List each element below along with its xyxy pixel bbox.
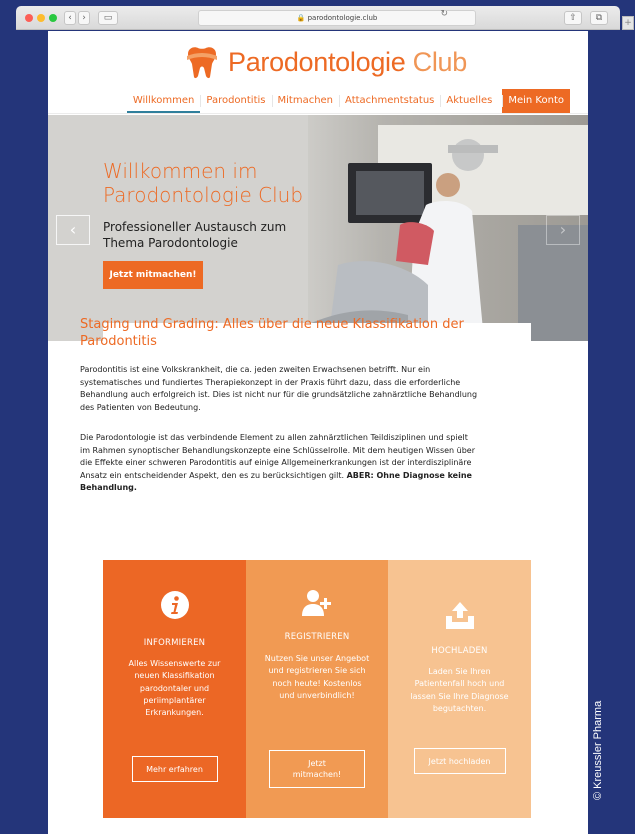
chevron-right-icon: › [559, 220, 567, 239]
article-paragraph-1: Parodontitis ist eine Volkskrankheit, di… [80, 365, 478, 412]
feature-text-hochladen: Laden Sie Ihren Patientenfall hoch und l… [410, 667, 509, 713]
join-now-button[interactable]: Jetzt mitmachen! [269, 750, 365, 788]
minimize-window-button[interactable] [37, 14, 45, 22]
maximize-window-button[interactable] [49, 14, 57, 22]
close-window-button[interactable] [25, 14, 33, 22]
site-name-part1: Parodontologie [228, 46, 406, 77]
tabs-icon[interactable]: ⧉ [590, 11, 608, 25]
new-tab-button[interactable]: + [622, 16, 634, 30]
hero-join-button[interactable]: Jetzt mitmachen! [103, 261, 203, 289]
feature-boxes: INFORMIEREN Alles Wissenswerte zur neuen… [103, 560, 531, 818]
back-button[interactable]: ‹ [64, 11, 76, 25]
tooth-logo-icon [184, 44, 220, 80]
feature-box-registrieren: REGISTRIEREN Nutzen Sie unser Angebot un… [246, 560, 388, 818]
copyright-notice: © Kreussler Pharma [592, 700, 604, 800]
slider-next-button[interactable]: › [546, 215, 580, 245]
site-logo[interactable]: Parodontologie Club [184, 41, 467, 83]
feature-heading-informieren: INFORMIEREN [143, 638, 206, 648]
more-info-button[interactable]: Mehr erfahren [131, 756, 218, 782]
account-button[interactable]: Mein Konto [502, 89, 570, 113]
slider-prev-button[interactable]: ‹ [56, 215, 90, 245]
upload-icon [445, 602, 474, 629]
share-icon[interactable]: ⇧ [564, 11, 582, 25]
site-name-part2: Club [412, 46, 468, 77]
nav-item-parodontitis[interactable]: Parodontitis [200, 89, 271, 113]
lock-icon: 🔒 [296, 14, 306, 22]
reload-icon[interactable]: ↻ [440, 9, 448, 19]
add-user-icon [302, 590, 331, 616]
article-title: Staging und Grading: Alles über die neue… [80, 317, 464, 349]
nav-divider [48, 113, 588, 114]
sidebar-toggle-icon[interactable]: ▭ [98, 11, 118, 25]
hero-title: Willkommen im Parodontologie Club [103, 159, 304, 207]
main-nav: Willkommen Parodontitis Mitmachen Attach… [126, 89, 570, 113]
browser-toolbar: ‹ › ▭ 🔒 parodontologie.club ↻ ⇧ ⧉ + [16, 6, 634, 30]
forward-button[interactable]: › [78, 11, 90, 25]
site-name: Parodontologie Club [228, 47, 467, 78]
article-paragraph-2: Die Parodontologie ist das verbindende E… [80, 432, 478, 495]
feature-heading-registrieren: REGISTRIEREN [284, 632, 350, 642]
nav-item-aktuelles[interactable]: Aktuelles [440, 89, 498, 113]
feature-text-informieren: Alles Wissenswerte zur neuen Klassifikat… [128, 659, 221, 718]
upload-now-button[interactable]: Jetzt hochladen [413, 748, 506, 774]
feature-box-informieren: INFORMIEREN Alles Wissenswerte zur neuen… [103, 560, 246, 818]
nav-item-attachmentstatus[interactable]: Attachmentstatus [339, 89, 440, 113]
address-bar-url: parodontologie.club [307, 14, 378, 22]
hero-subtitle: Professioneller Austausch zum Thema Paro… [103, 220, 287, 250]
chevron-left-icon: ‹ [69, 220, 77, 239]
hero-slider: Willkommen im Parodontologie Club Profes… [48, 115, 588, 341]
feature-text-registrieren: Nutzen Sie unser Angebot und registriere… [264, 654, 370, 700]
feature-box-hochladen: HOCHLADEN Laden Sie Ihren Patientenfall … [388, 560, 531, 818]
nav-item-mitmachen[interactable]: Mitmachen [271, 89, 340, 113]
info-icon [160, 591, 189, 619]
nav-item-willkommen[interactable]: Willkommen [126, 89, 201, 113]
address-bar[interactable]: 🔒 parodontologie.club [198, 10, 476, 26]
feature-heading-hochladen: HOCHLADEN [431, 646, 488, 656]
